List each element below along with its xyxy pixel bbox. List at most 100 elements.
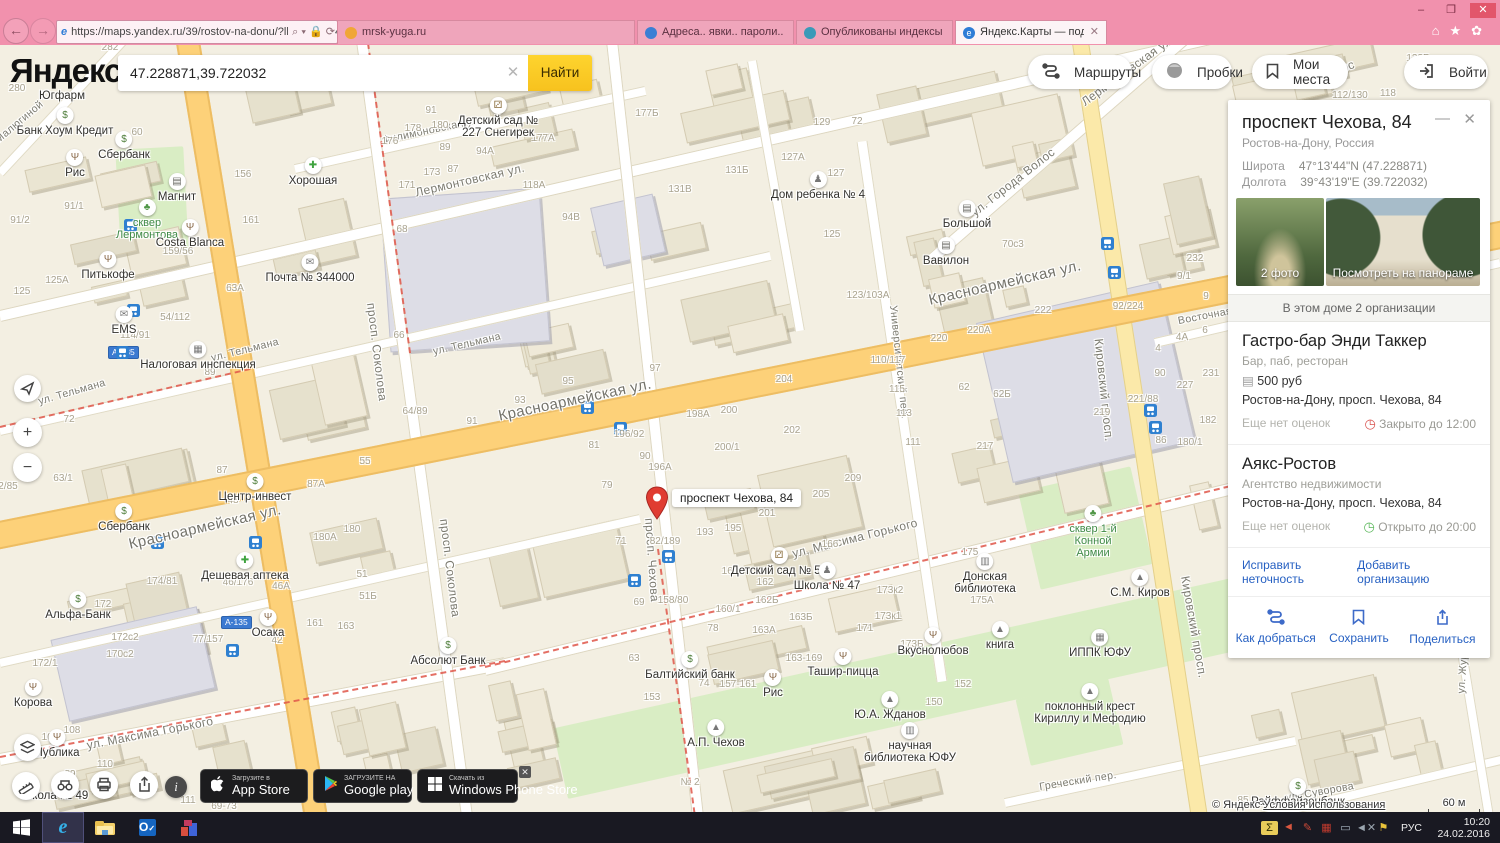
organization-card[interactable]: Аякс-Ростов Агентство недвижимости Росто… <box>1228 445 1490 548</box>
address-bar[interactable]: ehttps://maps.yandex.ru/39/rostov-na-don… <box>56 20 338 44</box>
chart-tray-icon[interactable]: ▦ <box>1318 821 1335 835</box>
browser-tab-4[interactable]: eЯндекс.Карты — подробна...✕ <box>955 20 1107 44</box>
map-poi-label[interactable]: ▥Донская библиотека <box>954 553 1016 595</box>
map-poi-label[interactable]: ▤Большой <box>943 200 991 230</box>
map-poi-label[interactable]: ✉EMS <box>112 306 137 336</box>
zoom-out-button[interactable]: − <box>13 453 42 482</box>
map-marker-pin[interactable] <box>645 486 669 525</box>
map-poi-label[interactable]: ✉Почта № 344000 <box>265 254 354 284</box>
favorites-star-icon[interactable]: ★ <box>1449 23 1471 38</box>
outlook-taskbar-icon[interactable]: O✓ <box>126 812 168 843</box>
panorama-thumbnail[interactable]: Посмотреть на панораме <box>1326 198 1480 286</box>
panel-close-icon[interactable]: ✕ <box>1463 110 1476 128</box>
ruler-button[interactable] <box>12 772 40 800</box>
googleplay-badge[interactable]: ЗАГРУЗИТЕ НАGoogle play <box>313 769 412 803</box>
forward-button[interactable]: → <box>30 18 56 44</box>
browser-tab-2[interactable]: Адреса.. явки.. пароли.. - Фор... <box>637 20 794 44</box>
settings-gear-icon[interactable]: ✿ <box>1471 23 1492 38</box>
share-button[interactable]: Поделиться <box>1401 607 1484 646</box>
map-poi-label[interactable]: ΨВкуснолюбов <box>897 627 968 657</box>
transit-stop-icon[interactable] <box>1101 237 1114 250</box>
transit-stop-icon[interactable] <box>116 346 129 359</box>
map-poi-label[interactable]: ΨТашир-пицца <box>808 648 879 678</box>
get-directions-button[interactable]: Как добраться <box>1234 607 1317 646</box>
map-poi-label[interactable]: ⚂Детский сад № 227 Снегирек <box>458 97 538 139</box>
windowsphone-badge[interactable]: Скачать изWindows Phone Store <box>417 769 518 803</box>
zoom-in-button[interactable]: + <box>13 418 42 447</box>
share-map-button[interactable] <box>130 771 158 799</box>
pen-tray-icon[interactable]: ✎ <box>1299 821 1316 835</box>
map-poi-label[interactable]: ✚Хорошая <box>289 157 338 187</box>
terms-link[interactable]: Условия использования <box>1263 799 1385 811</box>
map-poi-label[interactable]: $Сбербанк <box>98 503 150 533</box>
map-poi-label[interactable]: ▲С.М. Киров <box>1110 569 1170 599</box>
explorer-taskbar-icon[interactable] <box>84 812 126 843</box>
nav-pill-routes[interactable]: Маршруты <box>1028 55 1132 89</box>
org-name[interactable]: Аякс-Ростов <box>1242 455 1476 474</box>
transit-stop-icon[interactable] <box>226 644 239 657</box>
volume-muted-tray-icon[interactable]: ◄✕ <box>1356 821 1373 835</box>
map-poi-label[interactable]: ΨCosta Blanca <box>156 219 224 249</box>
volume-red-tray-icon[interactable]: ◄ <box>1280 821 1297 835</box>
org-name[interactable]: Гастро-бар Энди Таккер <box>1242 332 1476 351</box>
app-blocks-taskbar-icon[interactable] <box>168 812 210 843</box>
map-poi-label[interactable]: ΨРис <box>65 149 85 179</box>
transit-stop-icon[interactable] <box>1108 266 1121 279</box>
organization-card[interactable]: Гастро-бар Энди Таккер Бар, паб, рестора… <box>1228 322 1490 445</box>
browser-tab-3[interactable]: Опубликованы индексы на 1 ... <box>796 20 953 44</box>
transit-stop-icon[interactable] <box>249 536 262 549</box>
tab-close-icon[interactable]: ✕ <box>1084 21 1099 44</box>
search-button[interactable]: Найти <box>528 55 592 91</box>
map-poi-label[interactable]: ▲книга <box>986 621 1014 651</box>
transit-stop-icon[interactable] <box>628 574 641 587</box>
add-organization-link[interactable]: Добавить организацию <box>1357 558 1476 586</box>
clear-search-icon[interactable]: ✕ <box>498 55 528 91</box>
save-button[interactable]: Сохранить <box>1317 607 1400 646</box>
map-poi-label[interactable]: ▥научная библиотека ЮФУ <box>864 722 956 764</box>
photo-thumbnail[interactable]: 2 фото <box>1236 198 1324 286</box>
yandex-logo[interactable]: Яндекс <box>10 52 121 90</box>
transit-stop-icon[interactable] <box>1144 404 1157 417</box>
network-tray-icon[interactable]: ▭ <box>1337 821 1354 835</box>
map-poi-label[interactable]: $Центр-инвест <box>219 473 292 503</box>
nav-pill-my-places[interactable]: Мои места <box>1252 55 1348 89</box>
map-poi-label[interactable]: ΨРис <box>763 669 783 699</box>
map-poi-label[interactable]: ▲А.П. Чехов <box>687 719 744 749</box>
ie-taskbar-icon[interactable]: e <box>42 812 84 843</box>
map-poi-label[interactable]: $Альфа-Банк <box>45 591 110 621</box>
map-poi-label[interactable]: ♟Школа № 47 <box>794 562 860 592</box>
panel-minimize-icon[interactable]: — <box>1435 110 1450 127</box>
map-poi-label[interactable]: ΨПублика <box>34 729 79 759</box>
nav-pill-traffic[interactable]: Пробки <box>1152 55 1232 89</box>
fix-inaccuracy-link[interactable]: Исправить неточность <box>1242 558 1357 586</box>
geolocation-button[interactable] <box>14 375 41 402</box>
nav-pill-login[interactable]: Войти <box>1404 55 1488 89</box>
map-poi-label[interactable]: Югфарм <box>39 90 85 102</box>
start-button[interactable] <box>0 812 42 843</box>
map-poi-label[interactable]: ✚Дешевая аптека <box>201 552 288 582</box>
map-marker-label[interactable]: проспект Чехова, 84 <box>672 489 801 507</box>
map-poi-label[interactable]: $Сбербанк <box>98 131 150 161</box>
map-poi-label[interactable]: ▲поклонный крест Кириллу и Мефодию <box>1034 683 1145 725</box>
window-restore-button[interactable]: ❐ <box>1438 3 1464 18</box>
map-poi-label[interactable]: ▤Вавилон <box>923 237 969 267</box>
sigma-tray-icon[interactable]: Σ <box>1261 821 1278 835</box>
home-icon[interactable]: ⌂ <box>1432 23 1450 38</box>
taskbar-clock[interactable]: 10:2024.02.2016 <box>1430 816 1490 840</box>
map-poi-label[interactable]: ΨОсака <box>252 609 285 639</box>
back-button[interactable]: ← <box>3 18 29 44</box>
window-minimize-button[interactable]: – <box>1408 3 1434 18</box>
map-poi-label[interactable]: $Балтийский банк <box>645 651 735 681</box>
map-poi-label[interactable]: ♟Дом ребенка № 4 <box>771 171 865 201</box>
language-indicator[interactable]: РУС <box>1401 822 1422 834</box>
flag-warning-tray-icon[interactable]: ⚑ <box>1375 821 1392 835</box>
map-poi-label[interactable]: ▦Налоговая инспекция <box>140 341 256 371</box>
print-button[interactable] <box>90 771 118 799</box>
map-poi-label[interactable]: ΨПитькофе <box>81 251 134 281</box>
binoculars-button[interactable] <box>51 771 79 799</box>
window-close-button[interactable]: ✕ <box>1470 3 1496 18</box>
map-poi-label[interactable]: ▲Ю.А. Жданов <box>854 691 925 721</box>
map-poi-label[interactable]: ΨКорова <box>14 679 52 709</box>
appstore-badge[interactable]: Загрузите вApp Store <box>200 769 308 803</box>
map-poi-label[interactable]: ♣сквер 1-й Конной Армии <box>1069 505 1116 559</box>
